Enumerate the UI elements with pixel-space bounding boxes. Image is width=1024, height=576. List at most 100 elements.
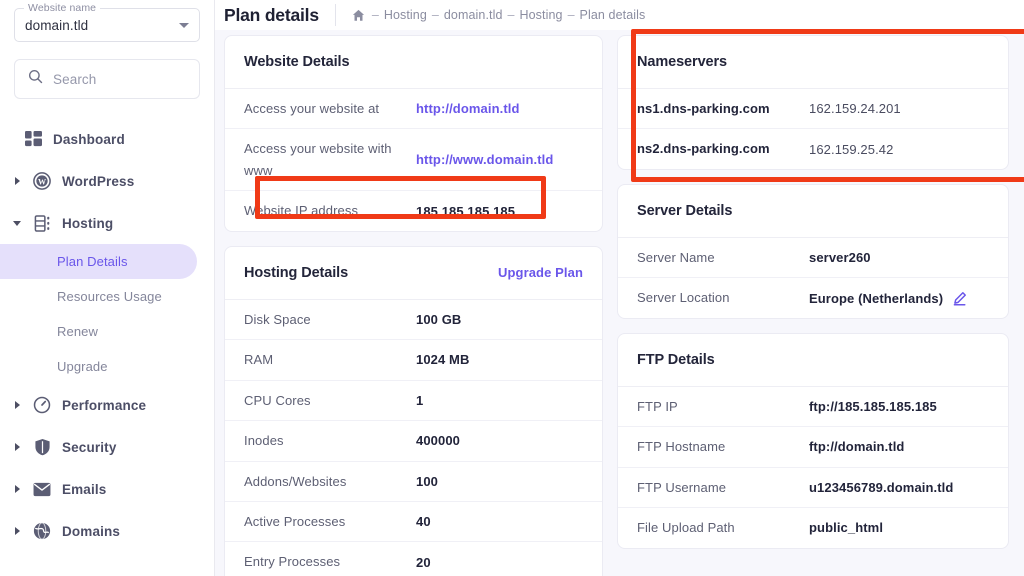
cards-columns: Website Details Access your website at h…: [215, 30, 1024, 576]
website-ip-value: 185.185.185.185: [416, 204, 515, 219]
sidebar-item-hosting[interactable]: Hosting: [0, 202, 214, 244]
server-location-value: Europe (Netherlands): [809, 291, 943, 306]
chevron-down-icon: [12, 221, 22, 226]
website-www-url-link[interactable]: http://www.domain.tld: [416, 152, 553, 167]
card-title: Server Details: [637, 203, 732, 219]
nameserver-ip: 162.159.25.42: [809, 142, 893, 157]
page-title: Plan details: [224, 5, 319, 26]
row-value: 1: [416, 393, 423, 408]
row-value: 400000: [416, 433, 460, 448]
card-title: Hosting Details: [244, 265, 348, 281]
envelope-icon: [31, 482, 53, 497]
breadcrumb-item-hosting-2[interactable]: Hosting: [520, 8, 563, 22]
sidebar-item-renew[interactable]: Renew: [0, 314, 214, 349]
sidebar-item-dashboard[interactable]: Dashboard: [0, 118, 214, 160]
sidebar-item-resources-usage[interactable]: Resources Usage: [0, 279, 214, 314]
sidebar-item-label: Performance: [62, 398, 146, 413]
upgrade-plan-link[interactable]: Upgrade Plan: [498, 265, 583, 280]
wordpress-icon: W: [31, 172, 53, 190]
sidebar-item-label: Emails: [62, 482, 106, 497]
table-row: ns1.dns-parking.com 162.159.24.201: [618, 89, 1008, 129]
row-key: Website IP address: [244, 200, 416, 221]
sidebar-item-security[interactable]: Security: [0, 426, 214, 468]
sidebar-item-label: Dashboard: [53, 132, 125, 147]
sidebar-subitem-label: Plan Details: [57, 254, 128, 269]
table-row: RAM 1024 MB: [225, 340, 602, 380]
row-key: File Upload Path: [637, 517, 809, 538]
sidebar-item-performance[interactable]: Performance: [0, 384, 214, 426]
topbar: Plan details – Hosting – domain.tld – Ho…: [215, 0, 1024, 30]
breadcrumb: – Hosting – domain.tld – Hosting – Plan …: [352, 8, 646, 22]
sidebar-item-wordpress[interactable]: W WordPress: [0, 160, 214, 202]
divider: [335, 4, 336, 26]
row-key: Access your website with www: [244, 138, 416, 181]
row-value: 1024 MB: [416, 352, 469, 367]
row-key: FTP Username: [637, 477, 809, 498]
breadcrumb-separator: –: [432, 8, 439, 22]
sidebar-item-emails[interactable]: Emails: [0, 468, 214, 510]
ftp-details-card: FTP Details FTP IP ftp://185.185.185.185…: [617, 333, 1009, 549]
row-key: Access your website at: [244, 98, 416, 119]
sidebar-item-domains[interactable]: Domains: [0, 510, 214, 552]
row-value: 40: [416, 514, 431, 529]
ftp-username-value: u123456789.domain.tld: [809, 480, 953, 495]
chevron-right-icon: [12, 527, 22, 535]
sidebar-subitem-label: Upgrade: [57, 359, 108, 374]
home-icon[interactable]: [352, 9, 365, 22]
sidebar-item-label: Domains: [62, 524, 120, 539]
table-row: File Upload Path public_html: [618, 508, 1008, 547]
card-header: Hosting Details Upgrade Plan: [225, 247, 602, 300]
chevron-right-icon: [12, 401, 22, 409]
sidebar-item-label: Security: [62, 440, 116, 455]
row-key: RAM: [244, 349, 416, 370]
row-key: Server Name: [637, 247, 809, 268]
sidebar-subitem-label: Resources Usage: [57, 289, 162, 304]
chevron-right-icon: [12, 443, 22, 451]
chevron-right-icon: [12, 177, 22, 185]
svg-text:W: W: [38, 178, 46, 187]
hosting-details-card: Hosting Details Upgrade Plan Disk Space …: [224, 246, 603, 576]
card-header: Server Details: [618, 185, 1008, 238]
breadcrumb-separator: –: [372, 8, 379, 22]
row-key: CPU Cores: [244, 390, 416, 411]
left-column: Website Details Access your website at h…: [215, 35, 603, 576]
table-row: FTP Username u123456789.domain.tld: [618, 468, 1008, 508]
table-row: Addons/Websites 100: [225, 462, 602, 502]
shield-icon: [31, 438, 53, 456]
ftp-ip-value: ftp://185.185.185.185: [809, 399, 937, 414]
table-row: Entry Processes 20: [225, 542, 602, 576]
row-value: 20: [416, 555, 431, 570]
website-name-select[interactable]: Website name domain.tld: [14, 8, 200, 42]
sidebar-item-plan-details[interactable]: Plan Details: [0, 244, 197, 279]
search-icon: [28, 69, 43, 89]
table-row: Access your website with www http://www.…: [225, 129, 602, 191]
row-key: Addons/Websites: [244, 471, 416, 492]
globe-icon: [31, 522, 53, 540]
search-input[interactable]: Search: [14, 59, 200, 99]
row-key: FTP Hostname: [637, 436, 809, 457]
dashboard-grid-icon: [22, 131, 44, 148]
table-row: Server Location Europe (Netherlands): [618, 278, 1008, 317]
pencil-edit-icon[interactable]: [952, 291, 967, 306]
sidebar-item-upgrade[interactable]: Upgrade: [0, 349, 214, 384]
breadcrumb-item-plan-details: Plan details: [580, 8, 646, 22]
plan-details-page: Website name domain.tld Search: [0, 0, 1024, 576]
website-ip-address-row: Website IP address 185.185.185.185: [225, 191, 602, 230]
card-header: Website Details: [225, 36, 602, 89]
sidebar-item-label: Hosting: [62, 216, 113, 231]
card-header: FTP Details: [618, 334, 1008, 387]
card-title: Nameservers: [637, 54, 727, 70]
nameserver-hostname: ns2.dns-parking.com: [637, 138, 809, 159]
website-url-link[interactable]: http://domain.tld: [416, 101, 520, 116]
row-key: Active Processes: [244, 511, 416, 532]
card-title: FTP Details: [637, 352, 715, 368]
table-row: Inodes 400000: [225, 421, 602, 461]
website-name-label: Website name: [24, 2, 100, 14]
row-key: Inodes: [244, 430, 416, 451]
breadcrumb-item-hosting[interactable]: Hosting: [384, 8, 427, 22]
file-upload-path-value: public_html: [809, 520, 883, 535]
sidebar-nav: Dashboard W WordPress: [0, 118, 214, 552]
main-content: Plan details – Hosting – domain.tld – Ho…: [215, 0, 1024, 576]
breadcrumb-item-domain[interactable]: domain.tld: [444, 8, 503, 22]
breadcrumb-separator: –: [568, 8, 575, 22]
